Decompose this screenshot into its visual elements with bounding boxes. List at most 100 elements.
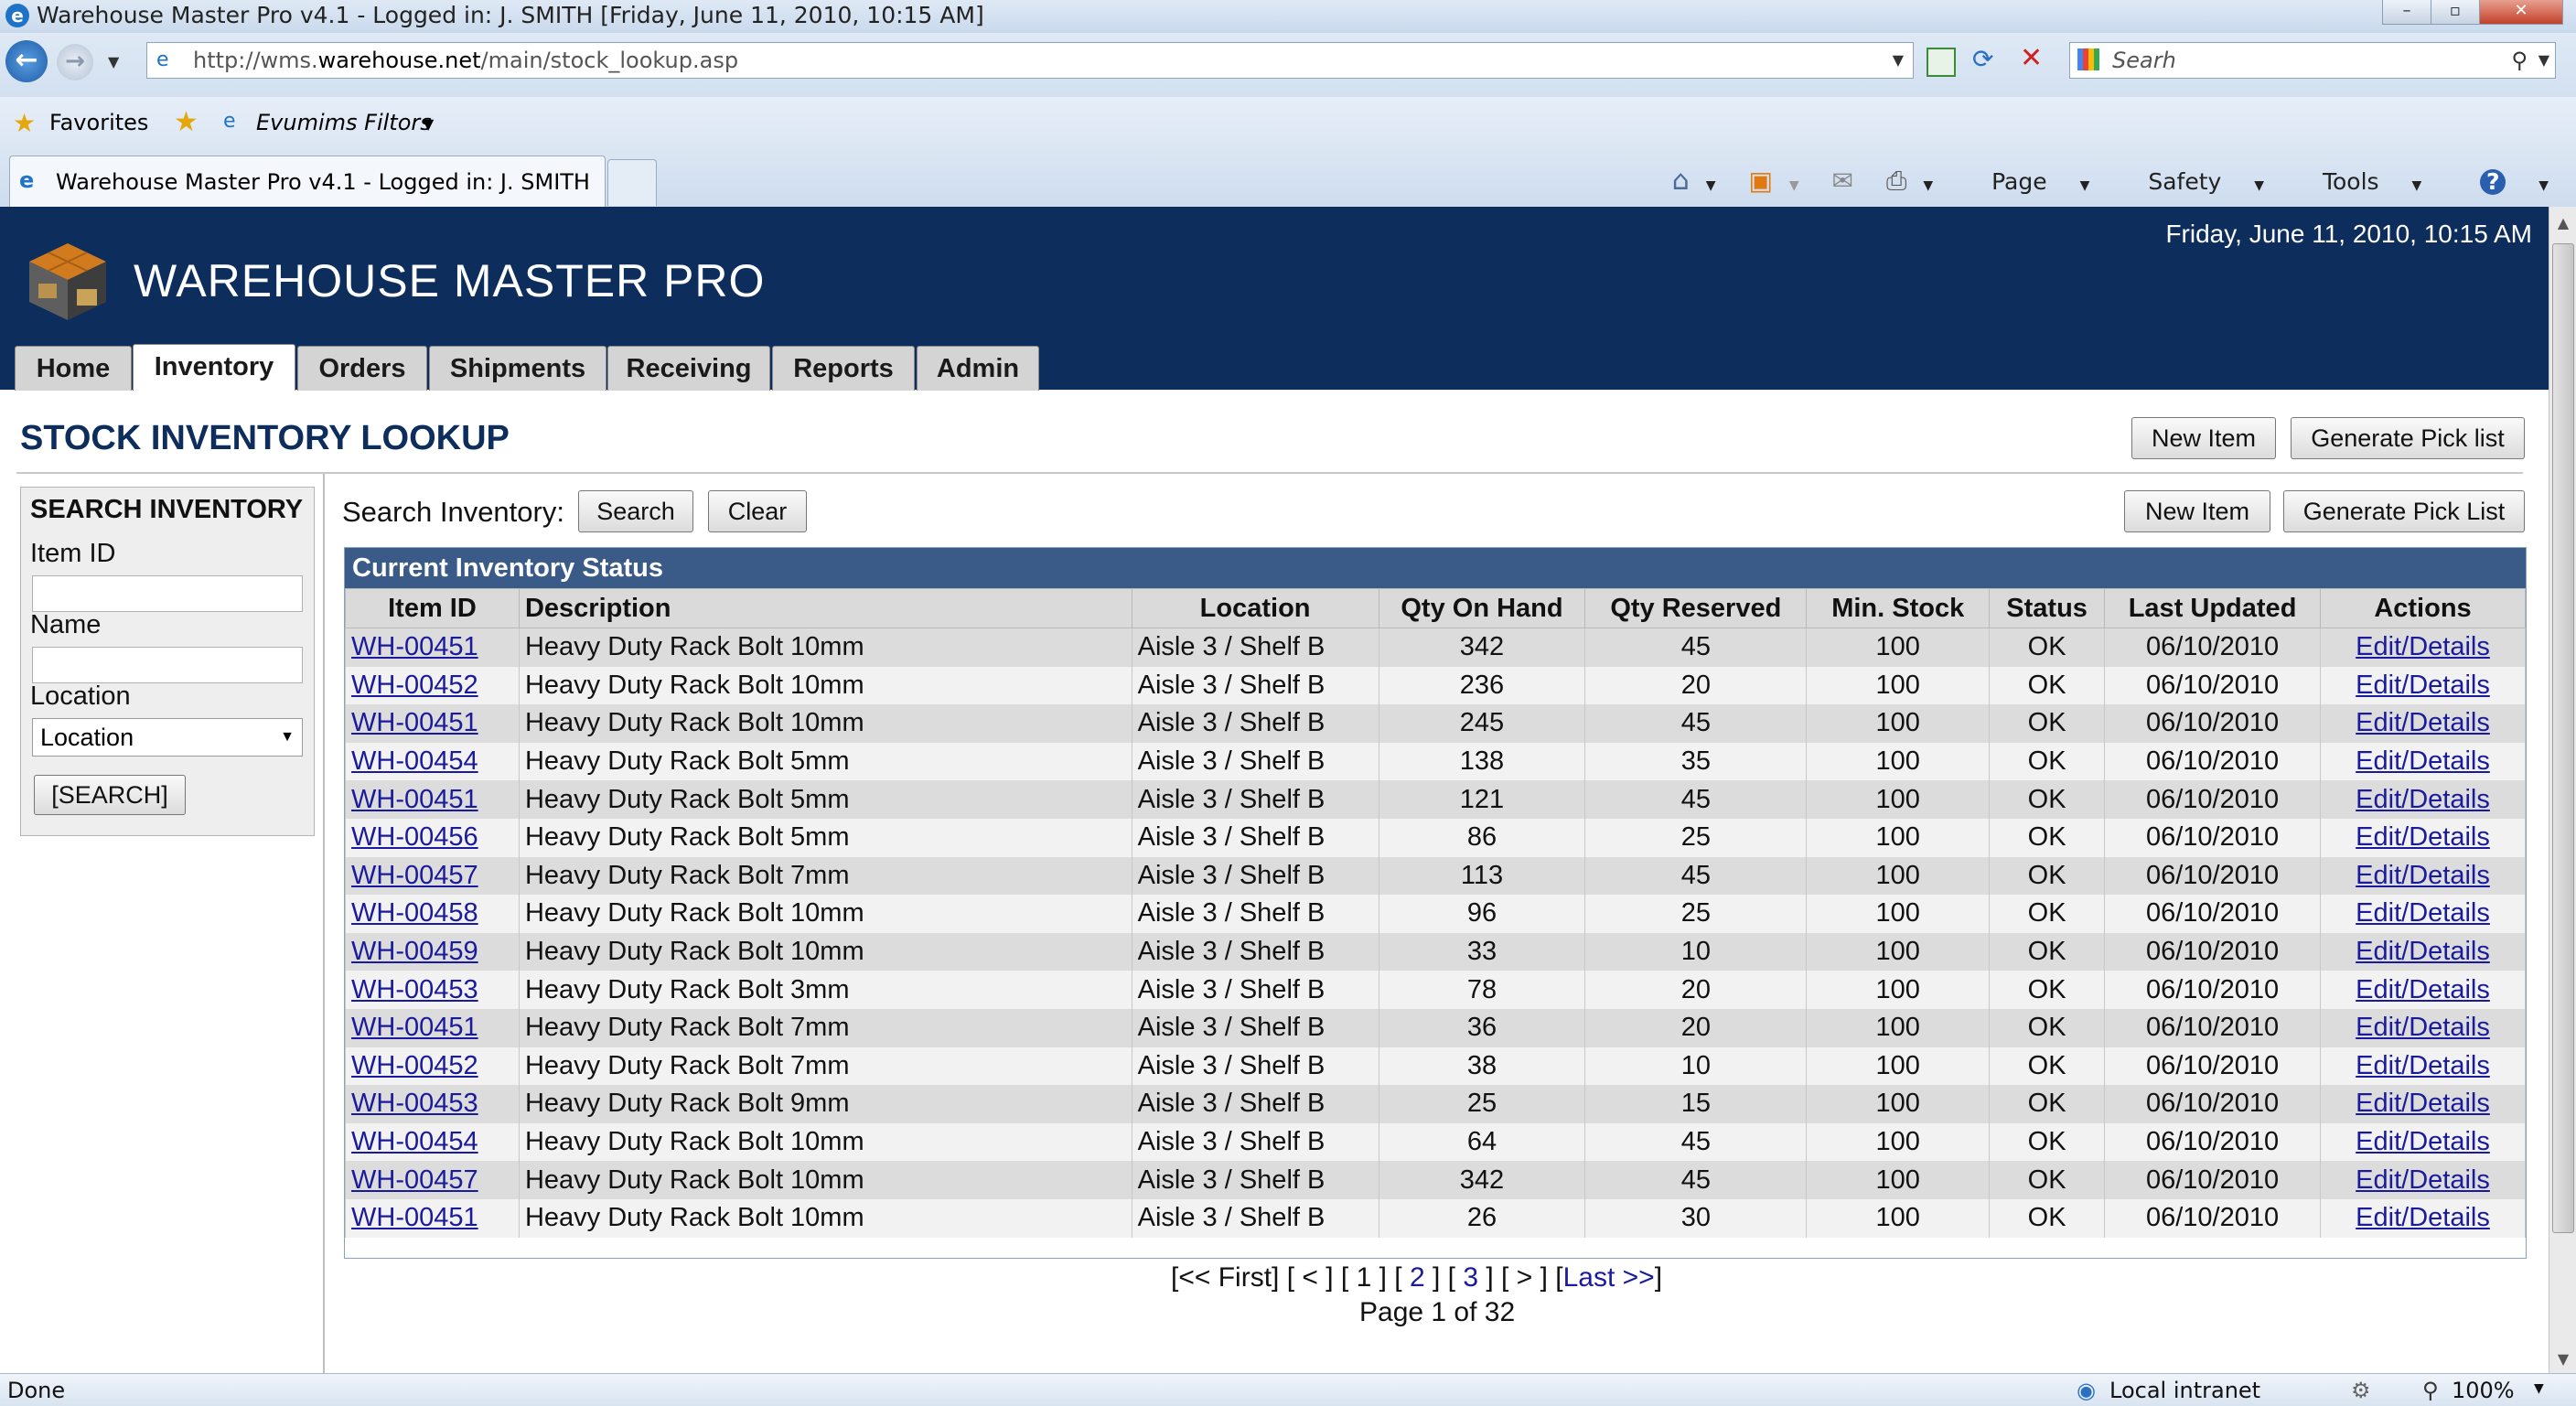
minimize-button[interactable]: – — [2382, 0, 2431, 25]
item-id-link[interactable]: WH-00457 — [351, 861, 478, 890]
col-header-status[interactable]: Status — [1989, 588, 2106, 628]
print-dropdown-icon[interactable]: ▼ — [1923, 178, 1933, 193]
maximize-button[interactable]: ▫ — [2431, 0, 2480, 25]
home-icon[interactable]: ⌂ — [1672, 165, 1690, 197]
edit-details-link[interactable]: Edit/Details — [2356, 785, 2490, 814]
item-id-link[interactable]: WH-00453 — [351, 975, 478, 1004]
item-id-link[interactable]: WH-00459 — [351, 937, 478, 966]
edit-details-link[interactable]: Edit/Details — [2356, 1203, 2490, 1232]
zoom-dropdown-icon[interactable]: ▼ — [2534, 1381, 2544, 1396]
clear-button[interactable]: Clear — [708, 490, 807, 532]
new-tab-button[interactable] — [607, 159, 657, 206]
item-id-link[interactable]: WH-00451 — [351, 632, 478, 661]
page-link-2[interactable]: 2 — [1410, 1262, 1425, 1293]
item-id-link[interactable]: WH-00451 — [351, 1013, 478, 1042]
edit-details-link[interactable]: Edit/Details — [2356, 937, 2490, 966]
new-item-button[interactable]: New Item — [2124, 490, 2270, 532]
item-id-link[interactable]: WH-00452 — [351, 671, 478, 700]
filters-menu[interactable]: Evumims Filtors — [256, 110, 432, 135]
compat-view-icon[interactable] — [1927, 48, 1956, 77]
col-header-qty-on-hand[interactable]: Qty On Hand — [1378, 588, 1586, 628]
item-id-link[interactable]: WH-00454 — [351, 1127, 478, 1156]
edit-details-link[interactable]: Edit/Details — [2356, 861, 2490, 890]
next-page-link[interactable]: > — [1517, 1262, 1533, 1293]
item-id-link[interactable]: WH-00452 — [351, 1051, 478, 1080]
col-header-item-id[interactable]: Item ID — [345, 588, 520, 628]
col-header-location[interactable]: Location — [1131, 588, 1379, 628]
item-id-link[interactable]: WH-00453 — [351, 1089, 478, 1118]
tab-reports[interactable]: Reports — [772, 346, 915, 391]
item-id-link[interactable]: WH-00458 — [351, 898, 478, 928]
favorites-button[interactable]: Favorites — [49, 110, 148, 135]
mail-icon[interactable]: ✉ — [1832, 166, 1853, 196]
recent-pages-dropdown-icon[interactable]: ▼ — [108, 53, 119, 70]
item-id-input[interactable] — [32, 575, 303, 612]
panel-search-button[interactable]: [SEARCH] — [34, 775, 186, 815]
new-item-button-top[interactable]: New Item — [2131, 417, 2276, 459]
help-icon[interactable]: ? ▼ — [2454, 168, 2549, 195]
col-header-description[interactable]: Description — [518, 588, 1132, 628]
back-icon[interactable]: ← — [5, 40, 48, 82]
col-header-min-stock[interactable]: Min. Stock — [1806, 588, 1991, 628]
tab-orders[interactable]: Orders — [297, 346, 427, 391]
page-link-3[interactable]: 3 — [1463, 1262, 1478, 1293]
browser-tab-active[interactable]: e Warehouse Master Pro v4.1 - Logged in:… — [9, 156, 606, 208]
item-id-link[interactable]: WH-00454 — [351, 746, 478, 776]
address-dropdown-icon[interactable]: ▼ — [1893, 43, 1904, 78]
prev-page-link[interactable]: < — [1302, 1262, 1318, 1293]
first-page-link[interactable]: << First — [1178, 1262, 1272, 1293]
col-header-last-updated[interactable]: Last Updated — [2104, 588, 2322, 628]
scrollbar-thumb[interactable] — [2552, 243, 2574, 1233]
edit-details-link[interactable]: Edit/Details — [2356, 1051, 2490, 1080]
edit-details-link[interactable]: Edit/Details — [2356, 822, 2490, 852]
item-id-link[interactable]: WH-00451 — [351, 708, 478, 737]
item-id-link[interactable]: WH-00451 — [351, 785, 478, 814]
refresh-icon[interactable]: ⟳ — [1972, 44, 1993, 74]
safety-menu[interactable]: Safety ▼ — [2122, 168, 2264, 195]
search-icon[interactable]: ⚲ — [2511, 43, 2528, 78]
page-menu[interactable]: Page ▼ — [1966, 168, 2089, 195]
item-id-link[interactable]: WH-00451 — [351, 1203, 478, 1232]
scroll-down-icon[interactable]: ▼ — [2549, 1350, 2576, 1368]
edit-details-link[interactable]: Edit/Details — [2356, 671, 2490, 700]
tab-inventory[interactable]: Inventory — [133, 344, 295, 391]
stop-icon[interactable]: ✕ — [2020, 42, 2043, 74]
zoom-level[interactable]: 100% — [2452, 1378, 2515, 1403]
tools-menu[interactable]: Tools ▼ — [2297, 168, 2421, 195]
add-favorites-icon[interactable]: ★ — [174, 106, 199, 138]
protected-mode-icon[interactable]: ⚙ — [2351, 1378, 2371, 1403]
generate-pick-list-button[interactable]: Generate Pick List — [2283, 490, 2525, 532]
name-input[interactable] — [32, 647, 303, 683]
tab-receiving[interactable]: Receiving — [607, 346, 770, 391]
print-icon[interactable]: ⎙ — [1886, 166, 1906, 196]
edit-details-link[interactable]: Edit/Details — [2356, 1127, 2490, 1156]
item-id-link[interactable]: WH-00457 — [351, 1165, 478, 1195]
edit-details-link[interactable]: Edit/Details — [2356, 632, 2490, 661]
search-button[interactable]: Search — [578, 490, 693, 532]
col-header-qty-reserved[interactable]: Qty Reserved — [1584, 588, 1808, 628]
address-bar[interactable]: e http://wms.warehouse.net/main/stock_lo… — [146, 42, 1914, 79]
search-options-icon[interactable]: ▼ — [2538, 43, 2549, 78]
last-page-link[interactable]: Last >> — [1563, 1262, 1655, 1293]
tab-home[interactable]: Home — [15, 346, 132, 391]
scroll-up-icon[interactable]: ▲ — [2549, 214, 2576, 231]
search-box[interactable]: Searh ⚲ ▼ — [2069, 42, 2556, 79]
location-select[interactable]: Location ▼ — [32, 718, 303, 757]
edit-details-link[interactable]: Edit/Details — [2356, 1089, 2490, 1118]
edit-details-link[interactable]: Edit/Details — [2356, 708, 2490, 737]
edit-details-link[interactable]: Edit/Details — [2356, 898, 2490, 928]
edit-details-link[interactable]: Edit/Details — [2356, 746, 2490, 776]
item-id-link[interactable]: WH-00456 — [351, 822, 478, 852]
filters-dropdown-icon[interactable]: ▼ — [423, 115, 434, 133]
tab-admin[interactable]: Admin — [917, 346, 1039, 391]
forward-icon[interactable]: → — [57, 44, 93, 80]
feeds-icon[interactable]: ▣ — [1748, 166, 1772, 196]
tab-shipments[interactable]: Shipments — [429, 346, 606, 391]
edit-details-link[interactable]: Edit/Details — [2356, 975, 2490, 1004]
feeds-dropdown-icon[interactable]: ▼ — [1789, 178, 1799, 193]
vertical-scrollbar[interactable]: ▲ ▼ — [2549, 207, 2576, 1373]
close-window-button[interactable]: ✕ — [2479, 0, 2563, 25]
generate-pick-list-button-top[interactable]: Generate Pick list — [2291, 417, 2525, 459]
edit-details-link[interactable]: Edit/Details — [2356, 1013, 2490, 1042]
edit-details-link[interactable]: Edit/Details — [2356, 1165, 2490, 1195]
